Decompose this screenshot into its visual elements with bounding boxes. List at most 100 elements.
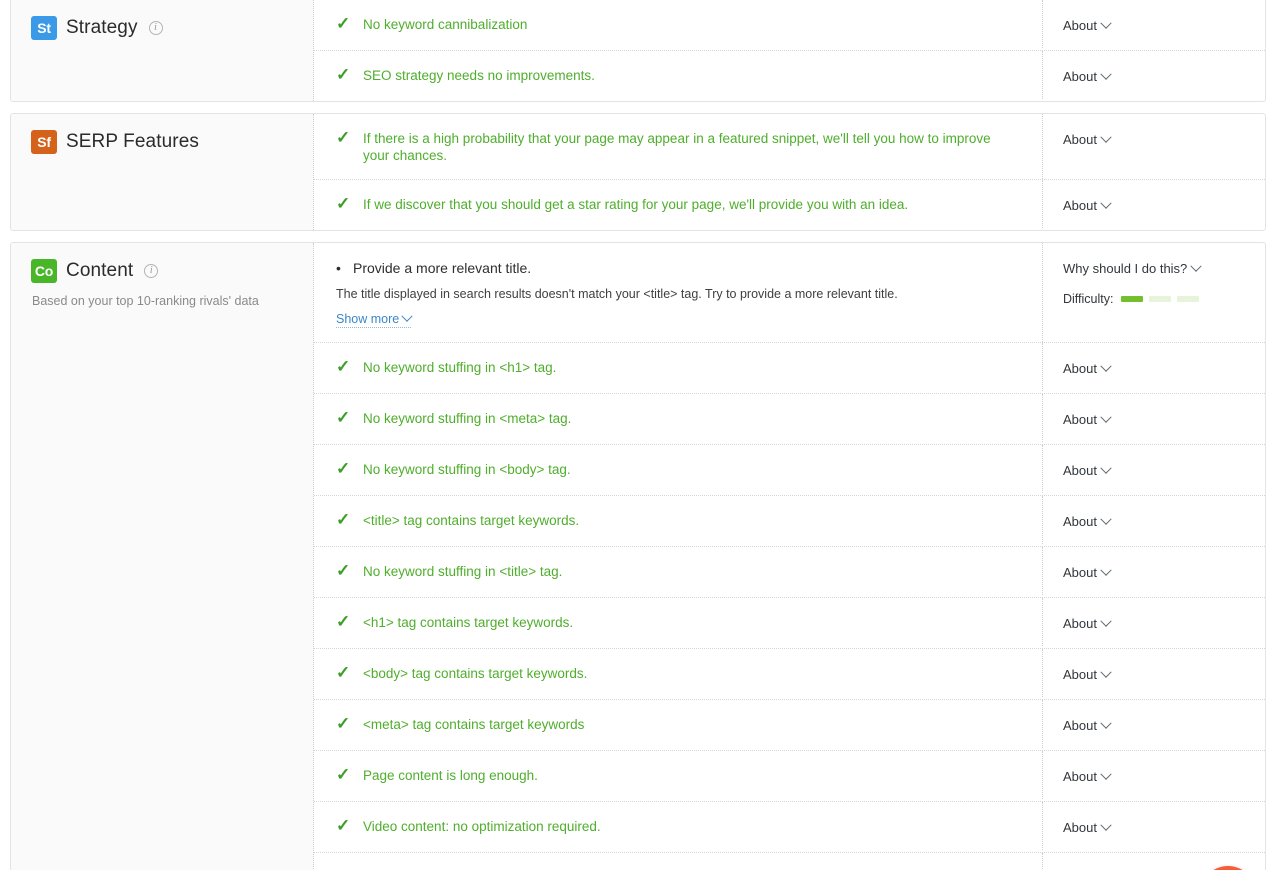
audit-row-label: No keyword stuffing in <body> tag.: [363, 462, 571, 477]
about-button[interactable]: About: [1063, 819, 1112, 835]
about-button[interactable]: About: [1063, 462, 1112, 478]
about-button[interactable]: About: [1063, 360, 1112, 376]
about-label: About: [1063, 69, 1097, 84]
audit-row-actions: About: [1043, 547, 1265, 597]
chevron-down-icon: [1100, 513, 1112, 525]
audit-sections-list: St Strategy i ✓ No keyword cannibalization Ab…: [0, 0, 1276, 870]
audit-row: ✓ No keyword stuffing in <body> tag. About: [314, 445, 1265, 496]
chevron-down-icon: [1100, 131, 1112, 143]
audit-row-actions: About: [1043, 51, 1265, 101]
check-icon: ✓: [336, 194, 351, 213]
audit-row-actions: About: [1043, 343, 1265, 393]
about-label: About: [1063, 820, 1097, 835]
about-button[interactable]: About: [1063, 717, 1112, 733]
about-label: About: [1063, 412, 1097, 427]
audit-row: • Provide a more relevant title. The title…: [314, 243, 1265, 343]
audit-row-actions: About: [1043, 751, 1265, 801]
section-header-row: Sf SERP Features: [31, 130, 295, 154]
audit-row-label: <body> tag contains target keywords.: [363, 666, 588, 681]
section-subtitle: Based on your top 10-ranking rivals' dat…: [32, 294, 259, 308]
section-badge-icon: St: [31, 16, 57, 40]
section-title: Content: [66, 260, 134, 281]
audit-row-label: No keyword cannibalization: [363, 17, 528, 32]
check-icon: ✓: [336, 459, 351, 478]
audit-section-card: St Strategy i ✓ No keyword cannibalization Ab…: [10, 0, 1266, 102]
audit-row-actions: About: [1043, 598, 1265, 648]
about-button[interactable]: About: [1063, 197, 1112, 213]
difficulty-indicator: Difficulty:: [1063, 292, 1245, 306]
section-rows: ✓ If there is a high probability that you…: [314, 114, 1265, 230]
about-label: About: [1063, 616, 1097, 631]
chevron-down-icon: [1100, 360, 1112, 372]
chevron-down-icon: [1100, 17, 1112, 29]
audit-row: ✓ <h1> tag contains target keywords. About: [314, 598, 1265, 649]
about-button[interactable]: About: [1063, 17, 1112, 33]
bullet-icon: •: [336, 260, 341, 276]
audit-row-label: <title> tag contains target keywords.: [363, 513, 580, 528]
chevron-down-icon: [1100, 615, 1112, 627]
check-icon: ✓: [336, 408, 351, 427]
issue-title-row: • Provide a more relevant title.: [336, 259, 531, 277]
audit-row-actions: About: [1043, 394, 1265, 444]
chevron-down-icon: [1100, 411, 1112, 423]
audit-row-content: ✓ If we discover that you should get a st…: [314, 180, 1043, 228]
info-icon[interactable]: i: [148, 21, 163, 35]
audit-row-label: Page content is long enough.: [363, 768, 538, 783]
difficulty-bar: [1149, 296, 1172, 302]
about-label: About: [1063, 514, 1097, 529]
audit-row-actions: About: [1043, 649, 1265, 699]
section-header: Sf SERP Features: [11, 114, 314, 230]
audit-row-content: ✓ SEO strategy needs no improvements.: [314, 51, 1043, 99]
audit-row: ✓ If there is a high probability that you…: [314, 114, 1265, 180]
about-button[interactable]: About: [1063, 615, 1112, 631]
audit-row: ✓ Video content: no optimization required…: [314, 802, 1265, 853]
audit-row-content: ✓Your meta description matches the descr…: [314, 853, 1043, 870]
audit-row-actions: About: [1043, 802, 1265, 852]
issue-title-label: Provide a more relevant title.: [353, 260, 532, 276]
section-badge-icon: Sf: [31, 130, 57, 154]
show-more-label: Show more: [336, 312, 400, 326]
audit-issue-content: • Provide a more relevant title. The title…: [314, 243, 1043, 342]
seo-audit-page: St Strategy i ✓ No keyword cannibalization Ab…: [0, 0, 1276, 870]
about-button[interactable]: About: [1063, 131, 1112, 147]
audit-row: ✓ SEO strategy needs no improvements. Abou…: [314, 51, 1265, 101]
about-button[interactable]: About: [1063, 564, 1112, 580]
audit-row: ✓ <body> tag contains target keywords. Abo…: [314, 649, 1265, 700]
chevron-down-icon: [1100, 717, 1112, 729]
audit-section-card: Sf SERP Features ✓ If there is a high proba…: [10, 113, 1266, 231]
audit-row-actions: About: [1043, 496, 1265, 546]
difficulty-bars: [1121, 296, 1200, 302]
audit-row-label: If there is a high probability that your…: [363, 131, 991, 163]
audit-row: ✓ Page content is long enough. About: [314, 751, 1265, 802]
audit-row-actions: About: [1043, 700, 1265, 750]
about-button[interactable]: About: [1063, 68, 1112, 84]
chevron-down-icon: [1100, 768, 1112, 780]
about-button[interactable]: About: [1063, 513, 1112, 529]
about-button[interactable]: About: [1063, 666, 1112, 682]
difficulty-bar: [1177, 296, 1200, 302]
info-icon[interactable]: i: [144, 264, 159, 278]
audit-row-content: ✓ Page content is long enough.: [314, 751, 1043, 799]
audit-row-content: ✓ No keyword stuffing in <title> tag.: [314, 547, 1043, 595]
check-icon: ✓: [336, 128, 351, 147]
about-label: About: [1063, 18, 1097, 33]
audit-row: ✓ No keyword stuffing in <h1> tag. About: [314, 343, 1265, 394]
audit-row-content: ✓ No keyword stuffing in <meta> tag.: [314, 394, 1043, 442]
audit-row: ✓ If we discover that you should get a st…: [314, 180, 1265, 230]
audit-row-label: SEO strategy needs no improvements.: [363, 68, 595, 83]
about-label: About: [1063, 667, 1097, 682]
about-button[interactable]: About: [1063, 768, 1112, 784]
audit-row-label: No keyword stuffing in <h1> tag.: [363, 360, 557, 375]
audit-row: ✓ No keyword stuffing in <meta> tag. About: [314, 394, 1265, 445]
why-should-i-do-this-button[interactable]: Why should I do this?: [1063, 260, 1202, 276]
about-label: About: [1063, 132, 1097, 147]
audit-row-content: ✓ <title> tag contains target keywords.: [314, 496, 1043, 544]
check-icon: ✓: [336, 765, 351, 784]
about-button[interactable]: About: [1063, 411, 1112, 427]
audit-row-actions: About: [1043, 180, 1265, 230]
check-icon: ✓: [336, 510, 351, 529]
audit-row: ✓ No keyword stuffing in <title> tag. Abou…: [314, 547, 1265, 598]
chevron-down-icon: [401, 310, 413, 322]
check-icon: ✓: [336, 714, 351, 733]
show-more-link[interactable]: Show more: [336, 310, 413, 328]
